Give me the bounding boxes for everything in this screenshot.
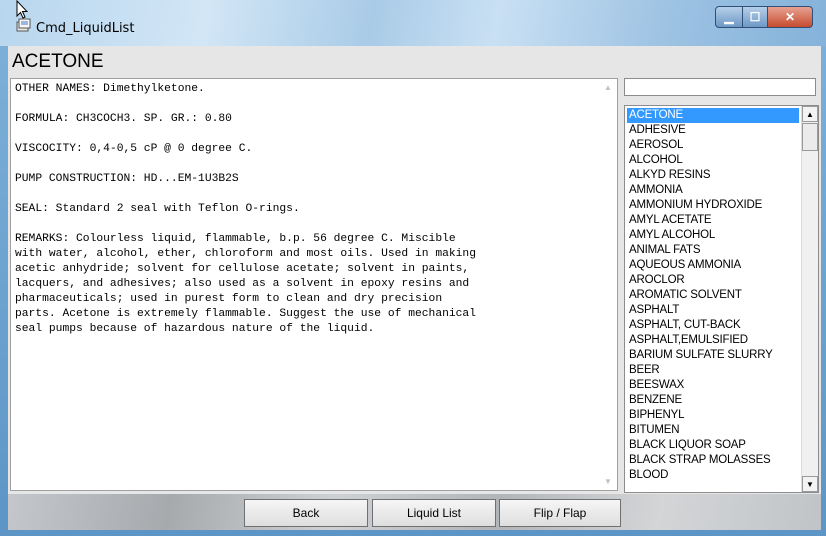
list-item[interactable]: BLACK STRAP MOLASSES [627,453,799,468]
scroll-down-icon: ▼ [806,479,814,489]
details-paragraph: REMARKS: Colourless liquid, flammable, b… [15,233,476,335]
details-paragraph: SEAL: Standard 2 seal with Teflon O-ring… [15,203,300,215]
list-item[interactable]: AEROSOL [627,138,799,153]
list-item[interactable]: AQUEOUS AMMONIA [627,258,799,273]
details-paragraph: FORMULA: CH3COCH3. SP. GR.: 0.80 [15,113,232,125]
scroll-thumb[interactable] [802,123,818,151]
maximize-icon: ☐ [749,10,761,24]
list-item[interactable]: ASPHALT,EMULSIFIED [627,333,799,348]
list-item[interactable]: ALKYD RESINS [627,168,799,183]
list-item[interactable]: BEER [627,363,799,378]
app-window: Cmd_LiquidList ▁ ☐ ✕ ACETONE OTHER NAMES… [0,0,826,536]
details-paragraph: PUMP CONSTRUCTION: HD...EM-1U3B2S [15,173,239,185]
scroll-up-button[interactable]: ▲ [802,106,818,122]
list-item[interactable]: BEESWAX [627,378,799,393]
list-item[interactable]: AMMONIUM HYDROXIDE [627,198,799,213]
scroll-up-icon[interactable]: ▲ [604,83,612,92]
title-bar[interactable]: Cmd_LiquidList ▁ ☐ ✕ [0,0,826,46]
close-button[interactable]: ✕ [768,6,813,28]
scroll-down-button[interactable]: ▼ [802,476,818,492]
details-paragraph: OTHER NAMES: Dimethylketone. [15,83,205,95]
liquid-list: ACETONE ADHESIVE AEROSOL ALCOHOL ALKYD RESIN… [627,108,799,483]
search-input[interactable] [624,78,816,96]
list-item[interactable]: BARIUM SULFATE SLURRY [627,348,799,363]
list-item[interactable]: AMMONIA [627,183,799,198]
list-item[interactable]: AMYL ACETATE [627,213,799,228]
list-item[interactable]: BIPHENYL [627,408,799,423]
details-paragraph: VISCOCITY: 0,4-0,5 cP @ 0 degree C. [15,143,253,155]
window-controls: ▁ ☐ ✕ [715,6,813,28]
list-item[interactable]: ALCOHOL [627,153,799,168]
list-item[interactable]: AROMATIC SOLVENT [627,288,799,303]
list-item[interactable]: ACETONE [627,108,799,123]
list-item[interactable]: BITUMEN [627,423,799,438]
close-icon: ✕ [784,10,796,24]
list-item[interactable]: ANIMAL FATS [627,243,799,258]
maximize-button[interactable]: ☐ [743,6,768,28]
list-item[interactable]: ASPHALT [627,303,799,318]
scroll-up-icon: ▲ [806,109,814,119]
liquid-details-textbox[interactable]: OTHER NAMES: Dimethylketone. FORMULA: CH3… [10,78,618,491]
liquid-listbox[interactable]: ACETONE ADHESIVE AEROSOL ALCOHOL ALKYD RESIN… [624,105,819,493]
scroll-down-icon[interactable]: ▼ [604,477,612,486]
details-scrollbar[interactable]: ▲ ▼ [600,79,617,490]
list-item[interactable]: BLACK LIQUOR SOAP [627,438,799,453]
window-title: Cmd_LiquidList [36,21,135,36]
app-icon [16,18,31,32]
list-item[interactable]: BLOOD [627,468,799,483]
list-item[interactable]: AMYL ALCOHOL [627,228,799,243]
list-scrollbar[interactable]: ▲ ▼ [801,106,818,492]
minimize-button[interactable]: ▁ [715,6,743,28]
minimize-icon: ▁ [724,10,734,24]
list-item[interactable]: ASPHALT, CUT-BACK [627,318,799,333]
flip-flap-button[interactable]: Flip / Flap [499,499,621,527]
list-item[interactable]: BENZENE [627,393,799,408]
liquid-details-text: OTHER NAMES: Dimethylketone. FORMULA: CH3… [15,82,600,352]
client-area: ACETONE OTHER NAMES: Dimethylketone. FORM… [8,46,821,530]
list-item[interactable]: ADHESIVE [627,123,799,138]
back-button[interactable]: Back [244,499,368,527]
liquid-list-button[interactable]: Liquid List [372,499,496,527]
liquid-title: ACETONE [12,51,104,72]
list-item[interactable]: AROCLOR [627,273,799,288]
